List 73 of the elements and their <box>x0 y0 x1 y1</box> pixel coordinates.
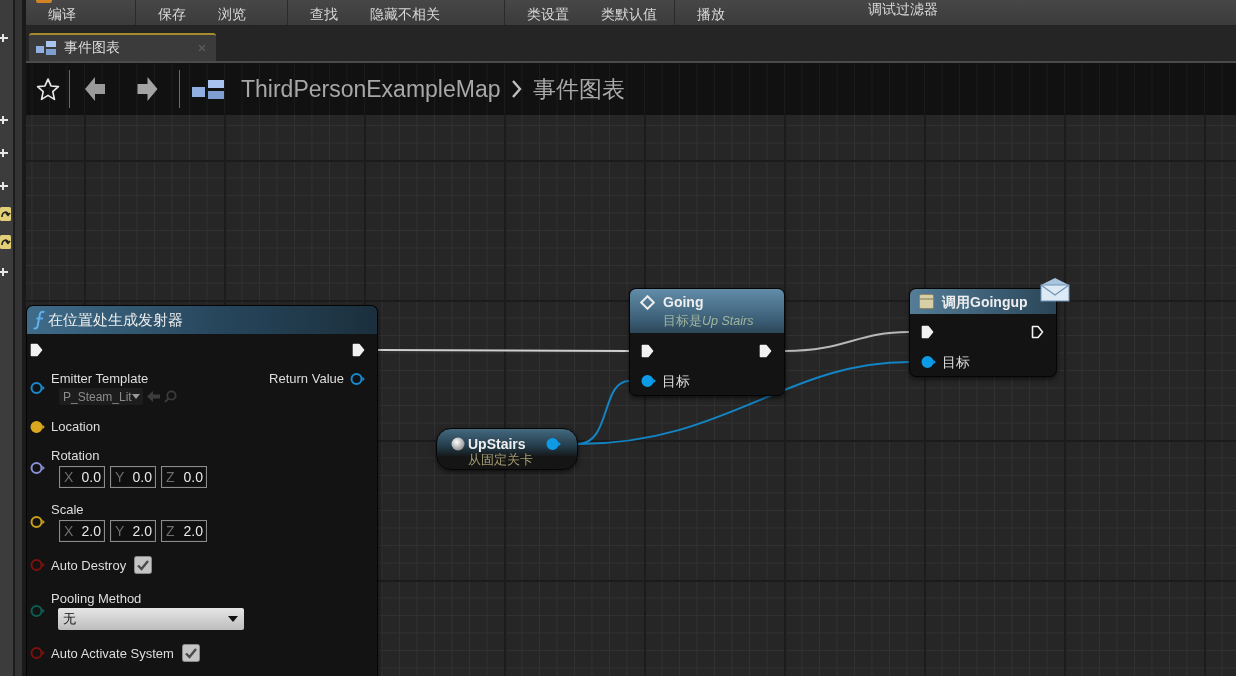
exec-pin-icon[interactable] <box>641 344 654 358</box>
pin-icon[interactable] <box>546 437 561 451</box>
node-title: Going <box>663 293 705 311</box>
debug-filter-label: 调试过滤器 <box>868 1 938 18</box>
plus-icon[interactable] <box>0 115 8 125</box>
graph-icon <box>36 41 56 55</box>
star-icon[interactable] <box>35 76 61 102</box>
toolbar-button[interactable]: 播放 <box>683 3 739 24</box>
pin-icon[interactable] <box>921 355 936 369</box>
graph-tab[interactable]: 事件图表 <box>29 33 216 61</box>
pin-label: Scale <box>51 502 85 517</box>
caret-icon <box>131 394 140 399</box>
diamond-icon <box>640 295 655 310</box>
number-field[interactable]: Y 0.0 <box>110 466 156 488</box>
forward-arrow-icon[interactable] <box>136 76 159 102</box>
sphere-icon <box>451 437 465 451</box>
plus-icon[interactable] <box>0 33 8 43</box>
breadcrumb-current: 事件图表 <box>532 74 625 104</box>
pin-icon[interactable] <box>350 371 365 386</box>
exec-pin-icon[interactable] <box>759 344 772 358</box>
pin-label: Emitter Template <box>51 371 150 386</box>
asset-dropdown[interactable]: P_Steam_Lit <box>59 388 143 405</box>
pin-label: Return Value <box>269 371 344 386</box>
plus-icon[interactable] <box>0 181 8 191</box>
number-field[interactable]: X 2.0 <box>59 520 105 542</box>
toolbar-button[interactable]: 类设置 <box>513 3 583 24</box>
pin-label: Rotation <box>51 448 101 463</box>
number-field[interactable]: X 0.0 <box>59 466 105 488</box>
pin-label: Auto Activate System <box>51 645 174 661</box>
exec-pin-icon[interactable] <box>921 325 934 339</box>
exec-pin-icon[interactable] <box>30 343 43 357</box>
tile-icon[interactable] <box>0 235 11 249</box>
node-subtitle: 目标是Up Stairs <box>663 313 754 329</box>
pin-label: Location <box>51 419 101 434</box>
toolbar-button[interactable]: 查找 <box>296 3 352 24</box>
pin-icon[interactable] <box>30 461 45 475</box>
chevron-icon <box>510 79 522 99</box>
graph-icon <box>192 78 224 100</box>
toolbar-button[interactable]: 浏览 <box>204 3 260 24</box>
envelope-icon <box>1040 277 1070 302</box>
box-icon <box>919 294 934 309</box>
back-arrow-icon[interactable] <box>84 76 106 102</box>
function-icon <box>33 310 45 330</box>
exec-pin-icon[interactable] <box>1031 325 1044 339</box>
node-title: 在位置处生成发射器 <box>48 311 183 329</box>
dropdown[interactable]: 无 <box>58 608 244 630</box>
compile-icon <box>36 0 52 3</box>
toolbar-button[interactable]: 编译 <box>34 3 90 24</box>
number-field[interactable]: Y 2.0 <box>110 520 156 542</box>
tile-icon[interactable] <box>0 207 11 221</box>
caret-icon <box>228 616 238 622</box>
exec-pin-icon[interactable] <box>352 343 365 357</box>
plus-icon[interactable] <box>0 148 8 158</box>
node-title: UpStairs <box>468 435 526 453</box>
pin-icon[interactable] <box>30 419 45 434</box>
pin-label: Auto Destroy <box>51 557 127 573</box>
pin-label: 目标 <box>942 354 970 370</box>
plus-icon[interactable] <box>0 267 8 277</box>
pin-icon[interactable] <box>641 374 656 388</box>
pin-label: Pooling Method <box>51 591 143 606</box>
number-field[interactable]: Z 2.0 <box>161 520 207 542</box>
pin-icon[interactable] <box>30 381 45 395</box>
checkbox[interactable] <box>181 644 200 662</box>
toolbar-button[interactable]: 类默认值 <box>587 3 671 24</box>
node-subtitle: 从固定关卡 <box>468 453 534 467</box>
checkbox[interactable] <box>134 556 153 574</box>
toolbar-button[interactable]: 隐藏不相关 <box>356 3 454 24</box>
pin-icon[interactable] <box>30 515 45 529</box>
pin-label: 目标 <box>662 373 690 389</box>
number-field[interactable]: Z 0.0 <box>161 466 207 488</box>
toolbar-button[interactable]: 保存 <box>144 3 200 24</box>
breadcrumb-link[interactable]: ThirdPersonExampleMap <box>241 75 501 103</box>
node-title: 调用Goingup <box>942 292 1028 311</box>
